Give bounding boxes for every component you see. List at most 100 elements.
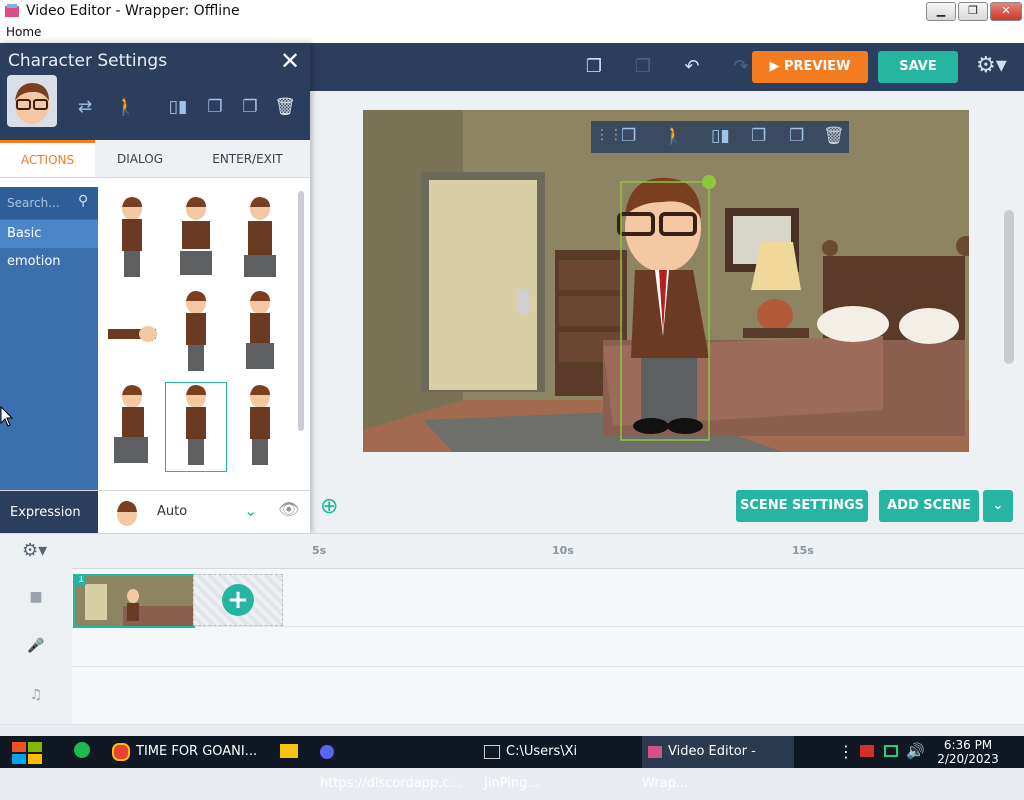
- taskbar-chrome[interactable]: TIME FOR GOANI...: [112, 736, 262, 768]
- character-avatar[interactable]: [7, 75, 57, 127]
- preview-label: PREVIEW: [783, 59, 851, 74]
- spotify-icon[interactable]: [74, 742, 90, 758]
- window-titlebar: Video Editor - Wrapper: Offline ▁ ❐ ✕: [0, 0, 1024, 23]
- settings-gear-icon[interactable]: ⚙▾: [976, 53, 1007, 78]
- panel-header: Character Settings ✕ ⇄ 🚶 ▯▮ ❐ ❐ 🗑: [0, 43, 310, 140]
- walk-motion-icon[interactable]: 🚶: [663, 126, 684, 146]
- tab-actions[interactable]: ACTIONS: [0, 140, 95, 177]
- flip-icon[interactable]: ▯▮: [711, 126, 730, 146]
- walk-motion-icon[interactable]: 🚶: [114, 95, 138, 119]
- action-thumb[interactable]: [102, 383, 162, 471]
- close-window-button[interactable]: ✕: [990, 2, 1022, 21]
- add-scene-plus-icon[interactable]: +: [222, 584, 254, 616]
- timeline-ruler: ⚙▾ 5s 10s 15s: [0, 534, 1024, 569]
- undo-icon[interactable]: ↶: [680, 55, 704, 79]
- minimize-button[interactable]: ▁: [926, 2, 956, 21]
- network-icon[interactable]: [884, 745, 898, 757]
- overflow-icon[interactable]: ⋮: [838, 742, 854, 761]
- action-thumb[interactable]: [102, 195, 162, 283]
- category-emotion[interactable]: emotion: [0, 248, 98, 276]
- eye-icon[interactable]: 👁: [278, 500, 300, 520]
- maximize-button[interactable]: ❐: [958, 2, 988, 21]
- trash-icon[interactable]: 🗑: [823, 126, 845, 146]
- menu-bar: Home: [0, 23, 1024, 44]
- taskbar-item-label: https://discordapp.c...: [320, 776, 462, 791]
- timeline: ⚙▾ 5s 10s 15s ■ 🎤 ♫ 1 +: [0, 533, 1024, 725]
- taskbar-video-editor[interactable]: Video Editor - Wrap...: [642, 736, 794, 791]
- taskbar-7zip[interactable]: C:\Users\Xi JinPing...: [484, 736, 632, 791]
- search-input[interactable]: Search...: [7, 196, 60, 210]
- action-thumb[interactable]: [166, 289, 226, 377]
- action-categories: Search... ⚲ Basic emotion: [0, 187, 98, 490]
- flip-icon[interactable]: ▯▮: [166, 95, 190, 119]
- action-search[interactable]: Search... ⚲: [0, 187, 98, 219]
- preview-button[interactable]: ▶ PREVIEW: [752, 51, 868, 83]
- music-track: ♫: [0, 666, 1024, 725]
- action-thumb[interactable]: [102, 289, 162, 377]
- chevron-down-icon[interactable]: ⌄: [244, 501, 257, 520]
- add-scene-dropdown[interactable]: ⌄: [983, 490, 1013, 522]
- add-scene-button[interactable]: ADD SCENE: [879, 490, 979, 522]
- action-grid-scrollbar[interactable]: [298, 191, 304, 431]
- voice-track: 🎤: [0, 626, 1024, 667]
- save-button[interactable]: SAVE: [878, 51, 958, 83]
- tab-enter-exit[interactable]: ENTER/EXIT: [185, 140, 310, 177]
- microphone-icon: 🎤: [0, 626, 72, 666]
- wrapper-app-icon: [648, 745, 662, 758]
- chevron-down-icon: ⌄: [992, 498, 1004, 513]
- swap-character-icon[interactable]: ❐: [621, 126, 636, 146]
- panel-tabs: ACTIONS DIALOG ENTER/EXIT: [0, 140, 310, 178]
- clock-date: 2/20/2023: [937, 752, 999, 766]
- search-icon: ⚲: [78, 193, 89, 209]
- taskbar-discord[interactable]: https://discordapp.c...: [320, 736, 468, 791]
- tab-dialog[interactable]: DIALOG: [95, 140, 185, 177]
- swap-character-icon[interactable]: ⇄: [73, 95, 97, 119]
- add-scene-slot[interactable]: +: [193, 574, 283, 626]
- layer-icon[interactable]: ❐: [238, 95, 262, 119]
- category-basic[interactable]: Basic: [0, 220, 98, 248]
- folder-icon[interactable]: [280, 744, 298, 758]
- scene-clip[interactable]: 1: [73, 574, 195, 628]
- timeline-settings-icon[interactable]: ⚙▾: [22, 540, 47, 561]
- music-note-icon: ♫: [0, 666, 72, 724]
- panel-close-icon[interactable]: ✕: [280, 47, 300, 75]
- copy-icon[interactable]: ❐: [203, 95, 227, 119]
- expression-select[interactable]: Auto: [157, 504, 187, 519]
- scene-number: 1: [76, 574, 87, 585]
- panel-title: Character Settings: [8, 51, 168, 71]
- tick-label: 5s: [312, 544, 327, 557]
- drag-handle-icon[interactable]: ⋮⋮: [595, 127, 623, 143]
- zoom-in-icon[interactable]: ⊕: [320, 494, 346, 520]
- mouse-cursor-icon: [0, 406, 14, 427]
- windows-start-icon[interactable]: [10, 740, 44, 766]
- chrome-icon: [112, 742, 130, 761]
- layer-icon[interactable]: ❐: [789, 126, 804, 146]
- copy-icon[interactable]: ❐: [582, 55, 606, 79]
- taskbar-clock[interactable]: 6:36 PM 2/20/2023: [936, 738, 1000, 766]
- expression-face-icon: [117, 501, 137, 526]
- copy-icon[interactable]: ❐: [751, 126, 766, 146]
- window-title: Video Editor - Wrapper: Offline: [26, 3, 240, 19]
- action-grid: [98, 187, 310, 490]
- 7zip-icon: [484, 744, 500, 759]
- action-thumb[interactable]: [230, 195, 290, 283]
- flag-icon[interactable]: [860, 745, 874, 757]
- scene-settings-button[interactable]: SCENE SETTINGS: [736, 490, 868, 522]
- scene-canvas[interactable]: [363, 110, 969, 452]
- character-settings-panel: Character Settings ✕ ⇄ 🚶 ▯▮ ❐ ❐ 🗑 ACTION…: [0, 43, 310, 534]
- taskbar-item-label: TIME FOR GOANI...: [136, 744, 258, 759]
- camera-icon: ■: [0, 568, 72, 626]
- tick-label: 15s: [792, 544, 814, 557]
- discord-icon: [320, 744, 334, 759]
- trash-icon[interactable]: 🗑: [273, 95, 297, 119]
- volume-icon[interactable]: 🔊: [906, 742, 925, 760]
- action-thumb[interactable]: [166, 195, 226, 283]
- expression-bar: Expression Auto ⌄ 👁: [0, 490, 310, 534]
- menu-home[interactable]: Home: [6, 25, 41, 39]
- tick-label: 10s: [552, 544, 574, 557]
- windows-taskbar: TIME FOR GOANI... https://discordapp.c..…: [0, 736, 1024, 791]
- action-thumb-selected[interactable]: [165, 382, 227, 472]
- action-thumb[interactable]: [230, 289, 290, 377]
- stage-scrollbar[interactable]: [1004, 210, 1014, 364]
- action-thumb[interactable]: [230, 383, 290, 471]
